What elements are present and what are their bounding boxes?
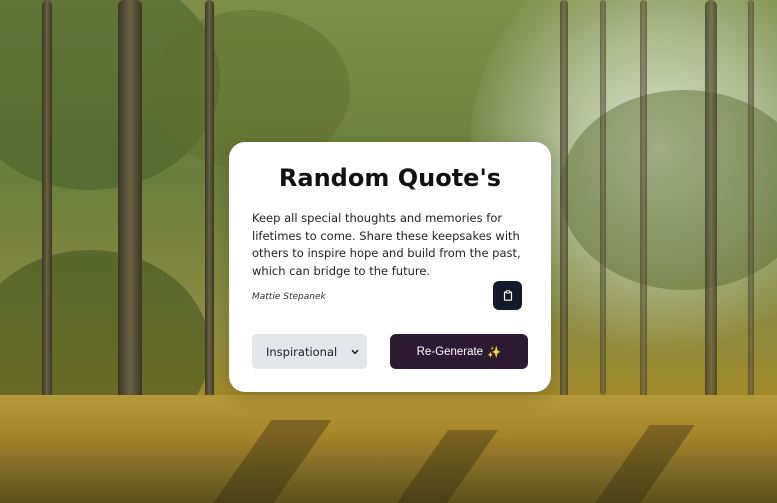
clipboard-icon	[503, 290, 512, 301]
category-select[interactable]: Inspirational	[252, 334, 367, 369]
page-title: Random Quote's	[278, 164, 502, 192]
tree-trunk	[748, 0, 754, 400]
quote-author: Mattie Stepanek	[252, 292, 326, 302]
quote-text: Keep all special thoughts and memories f…	[252, 211, 521, 278]
tree-trunk	[705, 0, 717, 405]
quote-card: Random Quote's Keep all special thoughts…	[229, 142, 551, 392]
chevron-down-icon	[351, 349, 359, 354]
tree-trunk	[640, 0, 647, 398]
category-select-value: Inspirational	[266, 344, 338, 359]
tree-trunk	[42, 0, 52, 420]
tree-trunk	[600, 0, 606, 395]
copy-button[interactable]	[493, 281, 522, 310]
regenerate-button[interactable]: Re-Generate ✨	[390, 334, 528, 369]
tree-trunk	[205, 0, 214, 410]
tree-trunk	[560, 0, 568, 400]
sparkles-icon: ✨	[487, 346, 502, 359]
regenerate-label: Re-Generate	[416, 345, 484, 358]
